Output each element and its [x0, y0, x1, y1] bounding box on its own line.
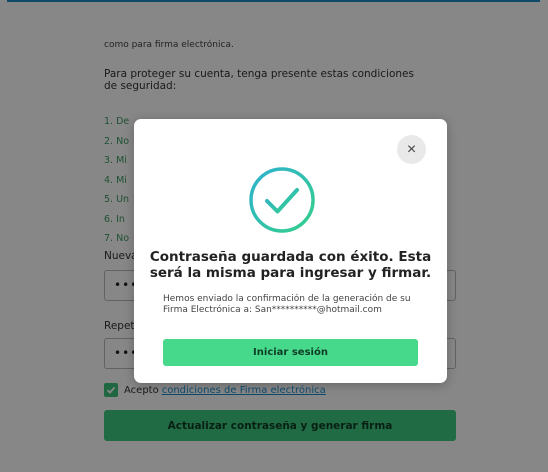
close-button[interactable]: ×	[397, 135, 426, 164]
success-check-icon	[249, 167, 315, 233]
success-dialog: × Contraseña guardada con éxito. Esta se…	[134, 119, 447, 383]
login-button[interactable]: Iniciar sesión	[163, 339, 418, 366]
close-icon: ×	[406, 140, 417, 158]
dialog-title: Contraseña guardada con éxito. Esta será…	[149, 249, 432, 281]
dialog-message: Hemos enviado la confirmación de la gene…	[163, 294, 411, 315]
